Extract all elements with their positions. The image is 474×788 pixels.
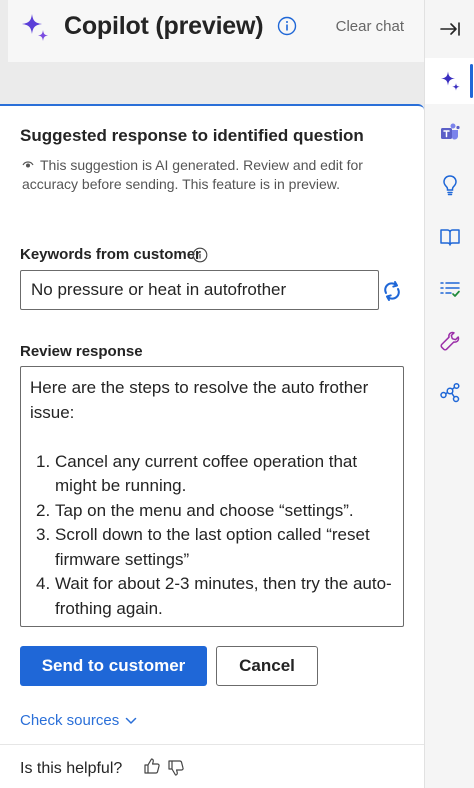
eye-icon <box>22 161 34 168</box>
list-item: 1. Cancel any current coffee operation th… <box>36 451 358 496</box>
rail-item-checklist[interactable] <box>425 266 474 312</box>
copilot-header: Copilot (preview) Clear chat <box>8 0 424 62</box>
copilot-sparkle-icon <box>22 14 48 41</box>
thumbs-down-icon[interactable] <box>166 758 186 778</box>
copilot-sparkle-icon <box>441 71 460 91</box>
collapse-panel-icon <box>440 22 460 36</box>
list-item: 3. Scroll down to the last option called … <box>36 525 370 569</box>
ai-disclaimer-text: This suggestion is AI generated. Review … <box>22 157 363 192</box>
keywords-input[interactable]: No pressure or heat in autofrother <box>20 270 379 310</box>
list-item: 4. Wait for about 2-3 minutes, then try t… <box>36 574 392 618</box>
check-sources-link[interactable]: Check sources <box>20 712 137 729</box>
feedback-label: Is this helpful? <box>20 760 123 777</box>
thumbs-up-icon[interactable] <box>142 756 162 776</box>
keywords-label: Keywords from customer <box>20 246 201 263</box>
suggested-response-card: Suggested response to identified questio… <box>0 104 424 788</box>
collapse-panel-button[interactable] <box>425 6 474 52</box>
page-title: Copilot (preview) <box>64 12 264 40</box>
divider <box>0 744 424 745</box>
response-steps-list: 1. Cancel any current coffee operation th… <box>30 450 394 622</box>
rail-item-tools[interactable] <box>425 318 474 364</box>
rail-item-copilot[interactable] <box>425 58 474 104</box>
copilot-pane: Copilot (preview) Clear chat Suggested r… <box>0 0 424 788</box>
wrench-icon <box>440 331 460 351</box>
info-icon[interactable] <box>277 16 297 36</box>
lightbulb-icon <box>443 175 457 196</box>
send-to-customer-button[interactable]: Send to customer <box>20 646 207 686</box>
list-item: 2. Tap on the menu and choose “settings”. <box>36 500 354 520</box>
refresh-icon[interactable] <box>381 280 403 302</box>
knowledge-book-icon <box>440 229 460 246</box>
teams-icon <box>441 123 460 140</box>
info-icon[interactable] <box>192 247 208 263</box>
checklist-icon <box>440 282 460 297</box>
connections-icon <box>440 382 460 403</box>
response-intro: Here are the steps to resolve the auto f… <box>30 378 369 422</box>
clear-chat-button[interactable]: Clear chat <box>336 18 404 35</box>
chevron-down-icon <box>125 717 137 724</box>
check-sources-label: Check sources <box>20 712 120 729</box>
rail-item-teams[interactable] <box>425 110 474 156</box>
rail-item-connections[interactable] <box>425 370 474 416</box>
review-response-textarea[interactable]: Here are the steps to resolve the auto f… <box>20 366 404 627</box>
cancel-button[interactable]: Cancel <box>216 646 318 686</box>
side-rail <box>424 0 474 788</box>
rail-item-knowledge[interactable] <box>425 214 474 260</box>
rail-item-suggestions[interactable] <box>425 162 474 208</box>
ai-disclaimer: This suggestion is AI generated. Review … <box>22 156 372 194</box>
card-title: Suggested response to identified questio… <box>20 126 364 145</box>
review-response-label: Review response <box>20 343 143 360</box>
